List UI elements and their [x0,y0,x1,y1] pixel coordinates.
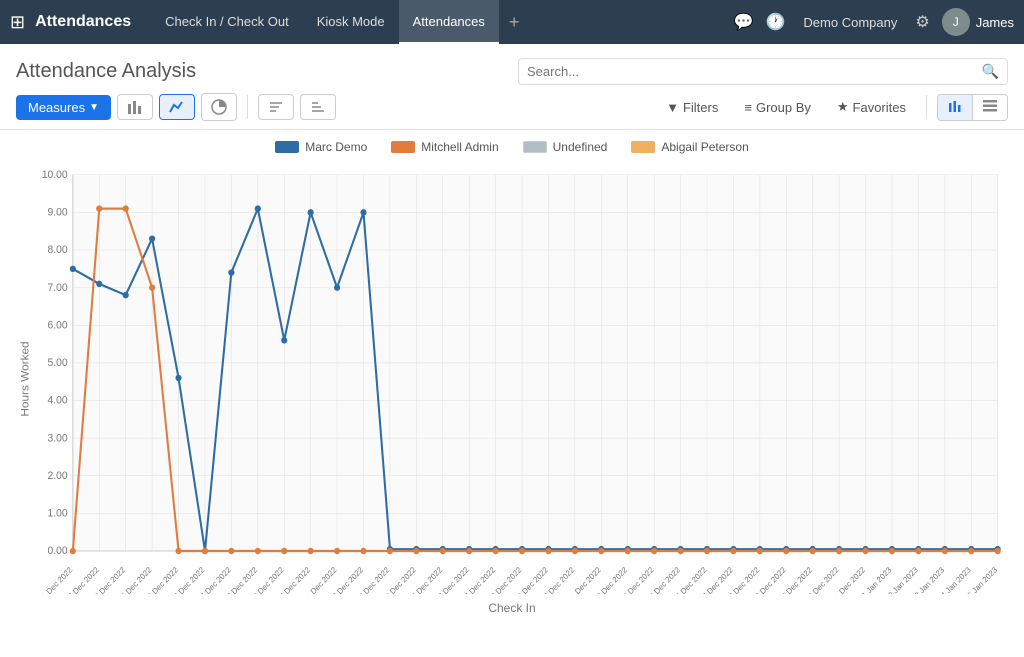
legend-label-abigail: Abigail Peterson [661,140,748,154]
svg-text:0.00: 0.00 [48,545,68,557]
list-view-icon [983,100,997,112]
search-bar: 🔍 [518,58,1008,85]
groupby-label: Group By [756,100,811,115]
measures-button[interactable]: Measures ▼ [16,95,111,120]
favorites-icon: ★ [837,99,849,115]
filter-icon: ▼ [666,100,679,115]
graph-view-button[interactable] [938,95,973,120]
sort-desc-button[interactable] [300,94,336,120]
svg-text:2.00: 2.00 [48,470,68,482]
settings-icon[interactable]: ⚙ [915,12,929,32]
svg-text:4.00: 4.00 [48,395,68,407]
bar-chart-button[interactable] [117,94,153,120]
y-axis-label: Hours Worked [20,341,32,416]
legend-label-mitchell: Mitchell Admin [421,140,498,154]
svg-text:10.00: 10.00 [42,169,68,181]
nav-add-icon[interactable]: + [499,12,530,33]
view-toggle [937,94,1008,121]
top-navigation: ⊞ Attendances Check In / Check Out Kiosk… [0,0,1024,44]
search-icon: 🔍 [982,63,999,80]
username: James [976,15,1014,30]
legend-abigail: Abigail Peterson [631,140,748,154]
legend-color-mitchell [391,141,415,153]
svg-text:01 Dec 2022: 01 Dec 2022 [37,565,74,594]
nav-kiosk-mode[interactable]: Kiosk Mode [303,0,399,44]
favorites-label: Favorites [853,100,906,115]
nav-check-in-out[interactable]: Check In / Check Out [151,0,303,44]
company-name[interactable]: Demo Company [803,15,897,30]
bar-chart-icon [127,100,143,114]
toolbar-separator-1 [247,95,248,119]
legend-mitchell-admin: Mitchell Admin [391,140,498,154]
legend-label-undefined: Undefined [553,140,608,154]
filters-label: Filters [683,100,718,115]
svg-text:5.00: 5.00 [48,357,68,369]
toolbar-separator-2 [926,95,927,119]
nav-attendances[interactable]: Attendances [399,0,499,44]
user-avatar: J [942,8,970,36]
svg-text:7.00: 7.00 [48,282,68,294]
clock-icon[interactable]: 🕐 [766,12,786,32]
svg-text:9.00: 9.00 [48,206,68,218]
groupby-button[interactable]: ≡ Group By [734,95,821,120]
legend-label-marc: Marc Demo [305,140,367,154]
favorites-button[interactable]: ★ Favorites [827,94,916,120]
svg-text:1.00: 1.00 [48,507,68,519]
chat-icon[interactable]: 💬 [734,12,754,32]
toolbar: Measures ▼ [0,85,1024,130]
chart-container: 0.00 1.00 2.00 3.00 4.00 5.00 6.00 7.00 … [16,164,1008,615]
filters-button[interactable]: ▼ Filters [656,95,728,120]
page-title: Attendance Analysis [16,60,196,83]
page-content: Attendance Analysis 🔍 Measures ▼ [0,44,1024,657]
line-chart: 0.00 1.00 2.00 3.00 4.00 5.00 6.00 7.00 … [16,164,1008,594]
search-input[interactable] [527,64,982,79]
measures-label: Measures [28,100,85,115]
x-axis-title: Check In [16,601,1008,615]
legend-color-marc [275,141,299,153]
legend-color-undefined [523,141,547,153]
legend-undefined: Undefined [523,140,608,154]
app-title: Attendances [35,13,131,31]
chart-area: Marc Demo Mitchell Admin Undefined Abiga… [0,130,1024,635]
sort-desc-icon [310,100,326,114]
sort-asc-icon [268,100,284,114]
chart-legend: Marc Demo Mitchell Admin Undefined Abiga… [16,140,1008,154]
legend-color-abigail [631,141,655,153]
sort-asc-button[interactable] [258,94,294,120]
groupby-icon: ≡ [744,100,752,115]
list-view-button[interactable] [973,95,1007,120]
pie-chart-button[interactable] [201,93,237,121]
line-chart-icon [169,100,185,114]
measures-dropdown-arrow: ▼ [89,102,99,113]
pie-chart-icon [211,99,227,115]
svg-text:3.00: 3.00 [48,432,68,444]
graph-view-icon [948,100,962,112]
legend-marc-demo: Marc Demo [275,140,367,154]
user-menu[interactable]: J James [942,8,1014,36]
svg-text:8.00: 8.00 [48,244,68,256]
grid-menu-icon[interactable]: ⊞ [10,12,25,33]
page-header: Attendance Analysis 🔍 [0,44,1024,85]
svg-text:6.00: 6.00 [48,319,68,331]
line-chart-button[interactable] [159,94,195,120]
